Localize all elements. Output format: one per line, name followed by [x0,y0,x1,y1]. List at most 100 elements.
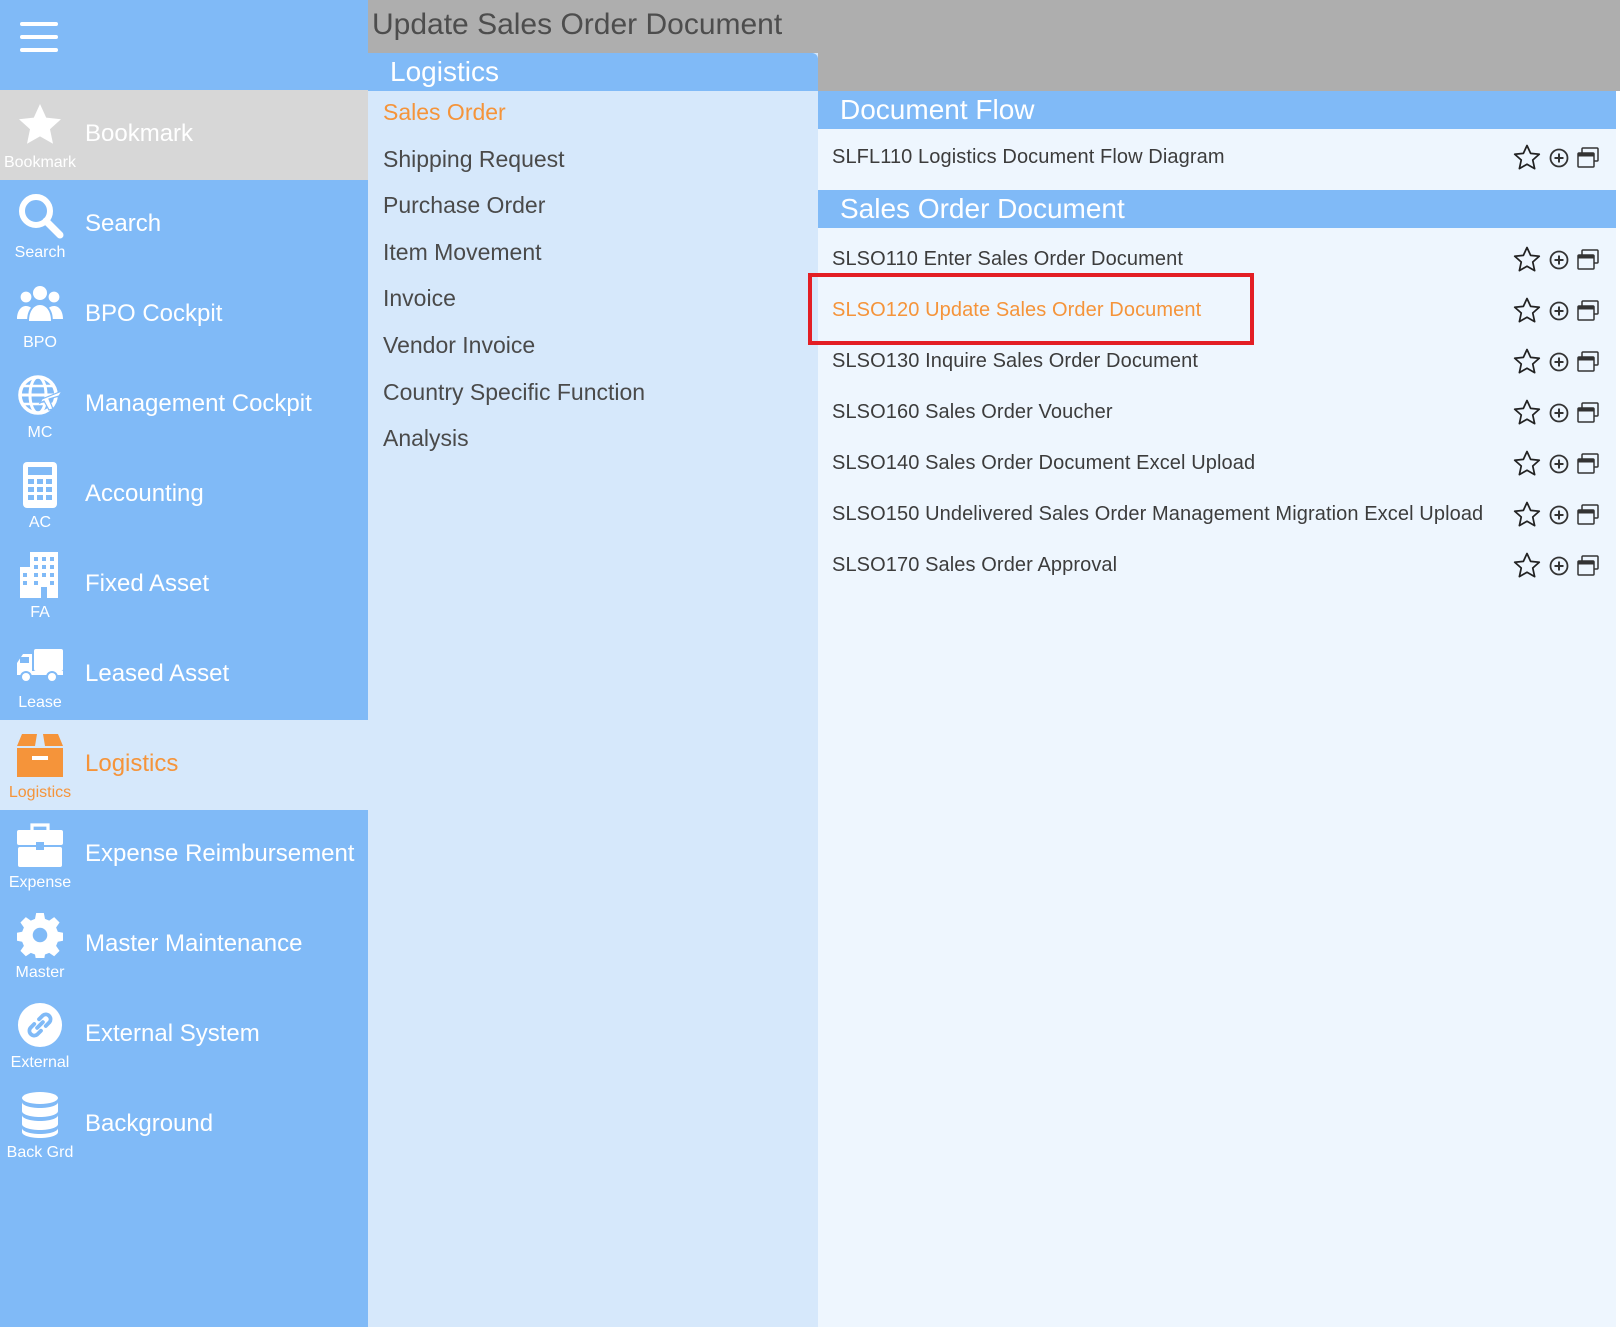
sidebar-item-abbr: Master [15,964,65,981]
sidebar-item-abbr: BPO [23,334,57,351]
add-circle-icon[interactable] [1548,504,1570,526]
category-item-analysis[interactable]: Analysis [383,425,469,452]
new-window-icon[interactable] [1576,299,1600,323]
link-icon [14,1000,66,1050]
program-row[interactable]: SLSO120 Update Sales Order Document [818,288,1616,338]
bookmark-star-icon[interactable] [1510,141,1544,175]
category-panel-title: Logistics [390,56,499,87]
hamburger-menu-icon[interactable] [20,22,58,52]
program-row[interactable]: SLFL110 Logistics Document Flow Diagram [818,135,1616,185]
sidebar-item-abbr: Bookmark [3,154,77,171]
add-circle-icon[interactable] [1548,351,1570,373]
row-actions [1510,498,1610,532]
add-circle-icon[interactable] [1548,453,1570,475]
sidebar-item-search[interactable]: Search Search [0,180,368,270]
sidebar-item-label: Logistics [85,750,179,777]
sidebar-item-ac[interactable]: AC Accounting [0,450,368,540]
sidebar-item-label: Accounting [85,480,204,507]
program-link[interactable]: SLFL110 Logistics Document Flow Diagram [832,146,1225,169]
sidebar-item-master[interactable]: Master Master Maintenance [0,900,368,990]
program-link[interactable]: SLSO170 Sales Order Approval [832,554,1117,577]
new-window-icon[interactable] [1576,503,1600,527]
sidebar-item-label: Management Cockpit [85,390,312,417]
sidebar-item-label: External System [85,1020,260,1047]
sidebar-item-fa[interactable]: FA Fixed Asset [0,540,368,630]
program-link[interactable]: SLSO110 Enter Sales Order Document [832,248,1183,271]
sidebar-item-label: Search [85,210,162,237]
bookmark-star-icon[interactable] [1510,294,1544,328]
sidebar-item-label: Background [85,1110,214,1137]
bookmark-star-icon[interactable] [1510,549,1544,583]
add-circle-icon[interactable] [1548,555,1570,577]
globe-plane-icon [14,370,66,420]
program-row[interactable]: SLSO110 Enter Sales Order Document [818,237,1616,287]
sidebar-item-abbr: MC [27,424,53,441]
program-row[interactable]: SLSO170 Sales Order Approval [818,543,1616,593]
program-row[interactable]: SLSO140 Sales Order Document Excel Uploa… [818,441,1616,491]
program-link[interactable]: SLSO120 Update Sales Order Document [832,299,1201,322]
sidebar-item-mc[interactable]: MC Management Cockpit [0,360,368,450]
section-header-sales-order-document: Sales Order Document [818,190,1616,228]
sidebar-item-label: Bookmark [85,120,194,147]
category-item-shipping-request[interactable]: Shipping Request [383,146,565,173]
new-window-icon[interactable] [1576,554,1600,578]
users-icon [14,280,66,330]
category-item-vendor-invoice[interactable]: Vendor Invoice [383,332,535,359]
section-title: Sales Order Document [840,193,1125,224]
row-actions [1510,294,1610,328]
new-window-icon[interactable] [1576,350,1600,374]
new-window-icon[interactable] [1576,146,1600,170]
sidebar-item-bookmark[interactable]: Bookmark Bookmark [0,90,368,180]
section-header-document-flow: Document Flow [818,91,1616,129]
sidebar-item-abbr: External [10,1054,70,1071]
program-row[interactable]: SLSO150 Undelivered Sales Order Manageme… [818,492,1616,542]
program-link[interactable]: SLSO130 Inquire Sales Order Document [832,350,1198,373]
sidebar-item-label: Master Maintenance [85,930,303,957]
sidebar-item-external[interactable]: External External System [0,990,368,1080]
box-icon [14,730,66,780]
sidebar-item-abbr: Search [14,244,66,261]
program-link[interactable]: SLSO160 Sales Order Voucher [832,401,1113,424]
building-icon [14,550,66,600]
sidebar-item-logistics[interactable]: Logistics Logistics [0,720,368,810]
sidebar: Bookmark Bookmark Search Search BPO BPO … [0,0,368,1327]
program-row[interactable]: SLSO130 Inquire Sales Order Document [818,339,1616,389]
bookmark-star-icon[interactable] [1510,498,1544,532]
row-actions [1510,549,1610,583]
category-item-purchase-order[interactable]: Purchase Order [383,192,545,219]
category-item-item-movement[interactable]: Item Movement [383,239,542,266]
database-icon [14,1090,66,1140]
sidebar-item-abbr: Expense [8,874,72,891]
title-bar-extension [818,53,1620,91]
category-item-invoice[interactable]: Invoice [383,285,456,312]
sidebar-item-lease[interactable]: Lease Leased Asset [0,630,368,720]
sidebar-item-expense[interactable]: Expense Expense Reimbursement [0,810,368,900]
sidebar-item-label: BPO Cockpit [85,300,223,327]
program-link[interactable]: SLSO140 Sales Order Document Excel Uploa… [832,452,1255,475]
bookmark-star-icon[interactable] [1510,447,1544,481]
add-circle-icon[interactable] [1548,300,1570,322]
sidebar-item-label: Expense Reimbursement [85,840,355,867]
row-actions [1510,141,1610,175]
new-window-icon[interactable] [1576,401,1600,425]
category-item-sales-order[interactable]: Sales Order [383,99,506,126]
add-circle-icon[interactable] [1548,249,1570,271]
new-window-icon[interactable] [1576,452,1600,476]
category-item-country-specific-function[interactable]: Country Specific Function [383,379,645,406]
new-window-icon[interactable] [1576,248,1600,272]
add-circle-icon[interactable] [1548,402,1570,424]
program-row[interactable]: SLSO160 Sales Order Voucher [818,390,1616,440]
program-link[interactable]: SLSO150 Undelivered Sales Order Manageme… [832,503,1483,526]
sidebar-item-bpo[interactable]: BPO BPO Cockpit [0,270,368,360]
bookmark-star-icon[interactable] [1510,243,1544,277]
row-actions [1510,447,1610,481]
bookmark-star-icon[interactable] [1510,396,1544,430]
program-panel: Document Flow SLFL110 Logistics Document… [818,91,1616,1327]
sidebar-item-abbr: Back Grd [6,1144,74,1161]
search-icon [14,190,66,240]
add-circle-icon[interactable] [1548,147,1570,169]
sidebar-item-abbr: AC [28,514,52,531]
sidebar-item-background[interactable]: Back Grd Background [0,1080,368,1170]
bookmark-star-icon[interactable] [1510,345,1544,379]
row-actions [1510,396,1610,430]
